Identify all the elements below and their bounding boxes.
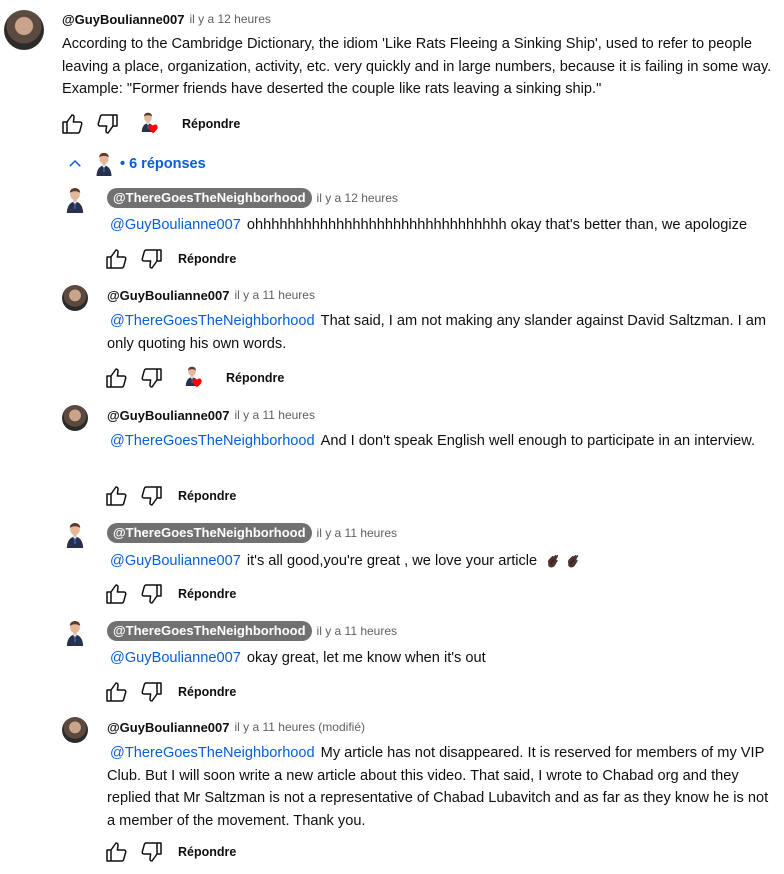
avatar[interactable]	[62, 521, 88, 549]
creator-heart-icon	[138, 112, 162, 136]
comment-text: According to the Cambridge Dictionary, t…	[62, 33, 778, 101]
comment-actions: Répondre	[104, 484, 236, 508]
mention-link[interactable]: @GuyBoulianne007	[110, 553, 241, 569]
comment-actions: Répondre	[104, 366, 284, 390]
comment-timestamp[interactable]: il y a 11 heures	[317, 624, 398, 638]
comment-actions: Répondre	[104, 680, 236, 704]
comment-author[interactable]: @GuyBoulianne007	[107, 720, 229, 735]
comment-text: @GuyBoulianne007 okay great, let me know …	[110, 647, 780, 670]
comment-text: @GuyBoulianne007 ohhhhhhhhhhhhhhhhhhhhhhh…	[110, 214, 780, 237]
comment-timestamp[interactable]: il y a 11 heures	[317, 526, 398, 540]
comment-body: it's all good,you're great , we love you…	[246, 553, 538, 569]
replies-count: 6 réponses	[129, 156, 206, 172]
thumb-up-icon[interactable]	[104, 247, 128, 271]
comment-author[interactable]: @ThereGoesTheNeighborhood	[107, 621, 312, 641]
reply-button[interactable]: Répondre	[178, 587, 236, 601]
comment-actions: Répondre	[104, 582, 236, 606]
replies-toggle[interactable]: • 6 réponses	[66, 151, 206, 177]
comment-actions: Répondre	[104, 247, 236, 271]
thumb-up-icon[interactable]	[104, 840, 128, 864]
chevron-up-icon	[69, 159, 81, 167]
comment-author[interactable]: @GuyBoulianne007	[62, 12, 184, 27]
comment-timestamp[interactable]: il y a 11 heures	[234, 288, 315, 302]
mention-link[interactable]: @ThereGoesTheNeighborhood	[110, 745, 315, 761]
reply-button[interactable]: Répondre	[178, 489, 236, 503]
thumb-down-icon[interactable]	[140, 680, 164, 704]
reply-button[interactable]: Répondre	[182, 117, 240, 131]
comment-body: okay great, let me know when it's out	[246, 650, 486, 666]
reply-button[interactable]: Répondre	[178, 845, 236, 859]
thumb-up-icon[interactable]	[104, 484, 128, 508]
reply-button[interactable]: Répondre	[178, 685, 236, 699]
reply-button[interactable]: Répondre	[178, 252, 236, 266]
separator-dot: •	[120, 156, 126, 172]
clapping-hands-icon	[564, 553, 581, 570]
thumb-down-icon[interactable]	[140, 840, 164, 864]
thumb-up-icon[interactable]	[104, 680, 128, 704]
comment-body: ohhhhhhhhhhhhhhhhhhhhhhhhhhhhhhh okay th…	[246, 217, 748, 233]
mention-link[interactable]: @ThereGoesTheNeighborhood	[110, 433, 315, 449]
thumb-up-icon[interactable]	[60, 112, 84, 136]
comment-timestamp[interactable]: il y a 12 heures	[317, 191, 398, 205]
reply-button[interactable]: Répondre	[226, 371, 284, 385]
avatar	[92, 152, 116, 176]
comment-body: According to the Cambridge Dictionary, t…	[62, 36, 772, 97]
comment-timestamp[interactable]: il y a 11 heures (modifié)	[234, 720, 365, 734]
comment-text: @ThereGoesTheNeighborhood And I don't spe…	[107, 430, 779, 453]
avatar[interactable]	[62, 285, 88, 311]
creator-heart-icon	[182, 366, 206, 390]
comment-text: @GuyBoulianne007 it's all good,you're gre…	[110, 550, 780, 573]
thumb-down-icon[interactable]	[96, 112, 120, 136]
thumb-up-icon[interactable]	[104, 582, 128, 606]
comment-author[interactable]: @ThereGoesTheNeighborhood	[107, 188, 312, 208]
mention-link[interactable]: @ThereGoesTheNeighborhood	[110, 313, 315, 329]
thumb-down-icon[interactable]	[140, 366, 164, 390]
avatar[interactable]	[4, 10, 44, 50]
comment-timestamp[interactable]: il y a 11 heures	[234, 408, 315, 422]
avatar[interactable]	[62, 619, 88, 647]
mention-link[interactable]: @GuyBoulianne007	[110, 217, 241, 233]
mention-link[interactable]: @GuyBoulianne007	[110, 650, 241, 666]
clapping-hands-icon	[544, 553, 561, 570]
comment-actions: Répondre	[104, 840, 236, 864]
comment-text: @ThereGoesTheNeighborhood My article has …	[107, 742, 779, 832]
thumb-up-icon[interactable]	[104, 366, 128, 390]
thumb-down-icon[interactable]	[140, 247, 164, 271]
thumb-down-icon[interactable]	[140, 484, 164, 508]
avatar[interactable]	[62, 717, 88, 743]
comment-text: @ThereGoesTheNeighborhood That said, I am…	[107, 310, 779, 355]
comment-actions: Répondre	[60, 112, 240, 136]
comment-timestamp[interactable]: il y a 12 heures	[189, 12, 270, 26]
comment-author[interactable]: @ThereGoesTheNeighborhood	[107, 523, 312, 543]
comment-body: And I don't speak English well enough to…	[320, 433, 756, 449]
avatar[interactable]	[62, 186, 88, 214]
comment-author[interactable]: @GuyBoulianne007	[107, 288, 229, 303]
avatar[interactable]	[62, 405, 88, 431]
comment-author[interactable]: @GuyBoulianne007	[107, 408, 229, 423]
thumb-down-icon[interactable]	[140, 582, 164, 606]
